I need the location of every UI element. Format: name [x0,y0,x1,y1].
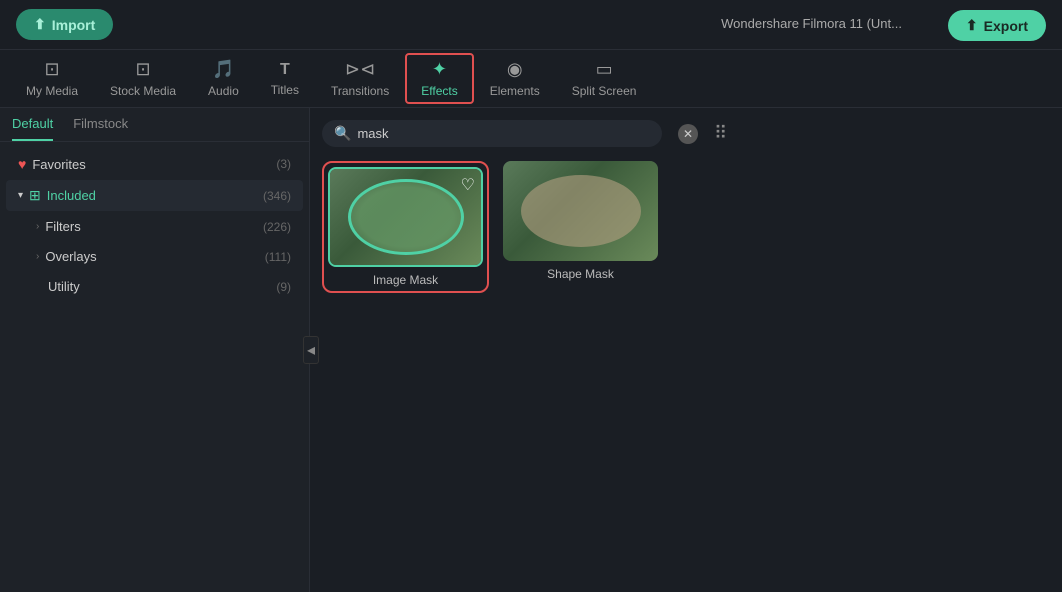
favorites-count: (3) [276,157,291,171]
chevron-right-icon: › [36,221,39,232]
nav-split-screen[interactable]: ▭ Split Screen [556,53,653,104]
effect-item-image-mask[interactable]: ♡ Image Mask [322,161,489,293]
search-input-wrap: 🔍 [322,120,662,147]
sidebar-item-utility[interactable]: Utility (9) [6,272,303,301]
search-bar: 🔍 ✕ ⠿ [322,120,1050,147]
effects-grid: ♡ Image Mask Shape Mask [322,161,1050,293]
tab-filmstock[interactable]: Filmstock [73,116,128,141]
my-media-icon: ⊡ [44,59,59,80]
search-input[interactable] [357,126,650,141]
nav-stock-media-label: Stock Media [110,84,176,98]
nav-split-screen-label: Split Screen [572,84,637,98]
transitions-icon: ⊳⊲ [345,59,375,80]
heart-icon: ♥ [18,156,26,172]
search-icon: 🔍 [334,125,351,142]
import-label: Import [52,17,96,33]
sidebar-tabs: Default Filmstock [0,108,309,142]
favorite-heart-icon[interactable]: ♡ [461,175,475,195]
sidebar: Default Filmstock ♥ Favorites (3) ▾ ⊞ In… [0,108,310,592]
export-icon: ⬆ [966,17,978,34]
effect-thumb-shape-mask [503,161,658,261]
sidebar-item-overlays[interactable]: › Overlays (111) [6,242,303,271]
effect-item-shape-mask[interactable]: Shape Mask [503,161,658,293]
effect-thumb-image-mask: ♡ [328,167,483,267]
nav-transitions-label: Transitions [331,84,389,98]
sidebar-item-filters[interactable]: › Filters (226) [6,212,303,241]
utility-count: (9) [276,280,291,294]
sidebar-list: ♥ Favorites (3) ▾ ⊞ Included (346) › Fil… [0,142,309,592]
shape-mask-thumbnail [503,161,658,261]
grid-icon: ⊞ [29,187,41,204]
sidebar-item-included[interactable]: ▾ ⊞ Included (346) [6,180,303,211]
nav-titles[interactable]: T Titles [255,55,315,103]
nav-elements-label: Elements [490,84,540,98]
favorites-label: Favorites [32,157,270,172]
overlays-count: (111) [265,250,291,264]
export-label: Export [984,18,1028,34]
image-mask-thumbnail [330,169,481,265]
nav-my-media-label: My Media [26,84,78,98]
split-screen-icon: ▭ [596,59,613,80]
audio-icon: 🎵 [212,59,234,80]
nav-effects[interactable]: ✦ Effects [405,53,473,104]
filters-count: (226) [263,220,291,234]
elements-icon: ◉ [507,59,523,80]
nav-titles-label: Titles [271,83,299,97]
utility-label: Utility [36,279,270,294]
effects-icon: ✦ [432,59,447,80]
included-count: (346) [263,189,291,203]
shape-mask-label: Shape Mask [547,267,614,281]
sidebar-item-favorites[interactable]: ♥ Favorites (3) [6,149,303,179]
image-mask-label: Image Mask [373,273,438,287]
import-icon: ⬆ [34,16,46,33]
nav-audio[interactable]: 🎵 Audio [192,53,255,104]
import-button[interactable]: ⬆ Import [16,9,113,40]
app-title: Wondershare Filmora 11 (Unt... [721,16,902,31]
main-content: Default Filmstock ♥ Favorites (3) ▾ ⊞ In… [0,108,1062,592]
filters-label: Filters [45,219,257,234]
tab-default[interactable]: Default [12,116,53,141]
included-label: Included [47,188,257,203]
nav-effects-label: Effects [421,84,457,98]
nav-stock-media[interactable]: ⊡ Stock Media [94,53,192,104]
grid-view-button[interactable]: ⠿ [714,123,727,144]
nav-transitions[interactable]: ⊳⊲ Transitions [315,53,405,104]
chevron-right-overlays-icon: › [36,251,39,262]
overlays-label: Overlays [45,249,258,264]
top-bar: ⬆ Import Wondershare Filmora 11 (Unt... … [0,0,1062,50]
sidebar-collapse-button[interactable]: ◂ [303,336,319,364]
chevron-down-icon: ▾ [18,190,23,201]
clear-search-button[interactable]: ✕ [678,124,698,144]
nav-elements[interactable]: ◉ Elements [474,53,556,104]
stock-media-icon: ⊡ [135,59,150,80]
titles-icon: T [280,61,290,79]
nav-my-media[interactable]: ⊡ My Media [10,53,94,104]
nav-audio-label: Audio [208,84,239,98]
content-area: 🔍 ✕ ⠿ ♡ Image Mask Shape Mask [310,108,1062,592]
nav-bar: ⊡ My Media ⊡ Stock Media 🎵 Audio T Title… [0,50,1062,108]
export-button[interactable]: ⬆ Export [948,10,1046,41]
